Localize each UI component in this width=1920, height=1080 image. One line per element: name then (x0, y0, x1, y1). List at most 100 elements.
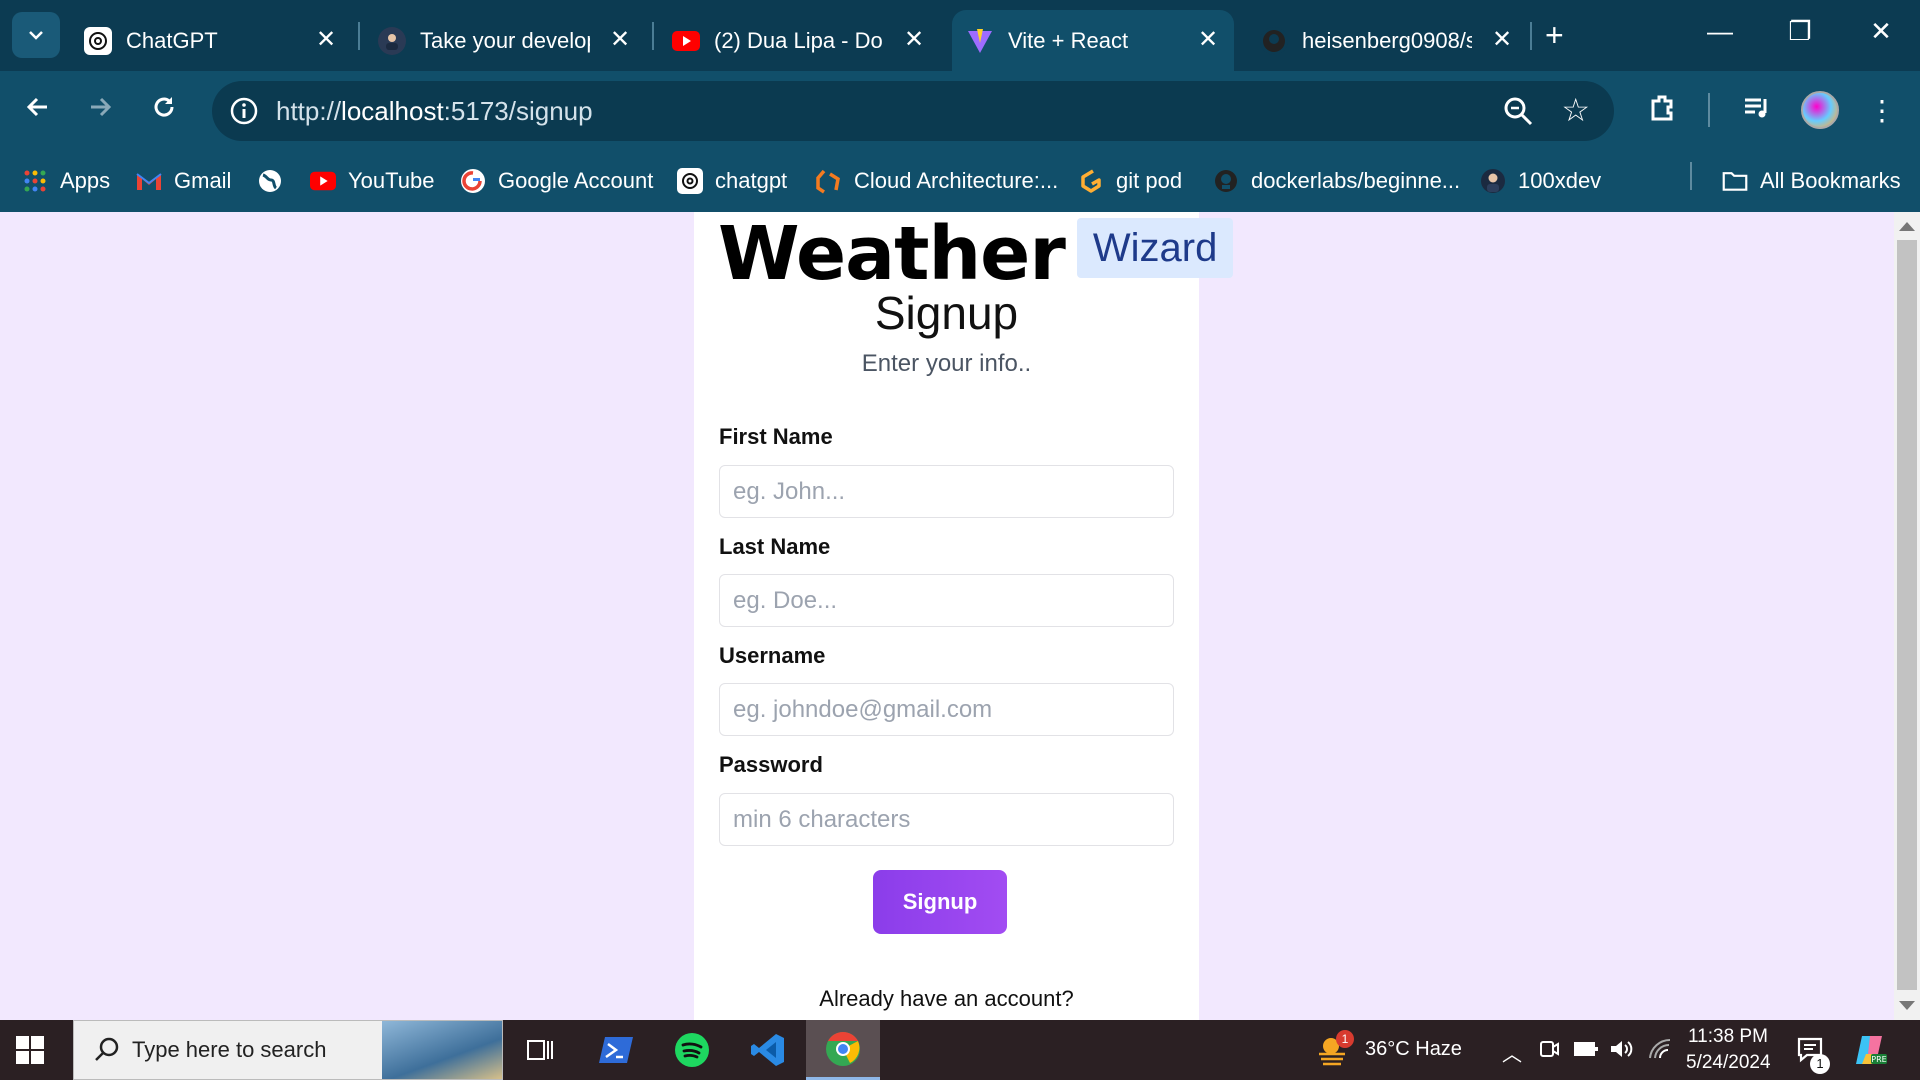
close-icon[interactable]: ✕ (314, 28, 338, 52)
first-name-label: First Name (719, 424, 833, 449)
youtube-icon (672, 27, 700, 55)
taskbar-search-box[interactable]: Type here to search (73, 1020, 503, 1080)
bookmark-gmail[interactable]: Gmail (136, 163, 231, 199)
all-bookmarks[interactable]: All Bookmarks (1722, 163, 1901, 199)
minimize-button[interactable]: — (1700, 16, 1740, 47)
cloud-arch-icon (816, 168, 842, 194)
github-icon (1260, 26, 1288, 55)
scrollbar-thumb[interactable] (1897, 240, 1917, 990)
tab-developer[interactable]: Take your develop ✕ (364, 10, 646, 71)
already-have-account-text: Already have an account? (819, 986, 1074, 1011)
profile-avatar[interactable] (1801, 91, 1839, 129)
chatgpt-icon (677, 168, 703, 194)
bookmark-gitpod[interactable]: git pod (1078, 163, 1182, 199)
powershell-icon[interactable] (582, 1020, 650, 1080)
address-bar[interactable]: http://localhost:5173/signup ☆ (212, 81, 1614, 141)
brand-wizard-badge: Wizard (1076, 218, 1234, 278)
bookmarks-divider (1690, 162, 1692, 190)
globe-icon (257, 168, 283, 194)
all-bookmarks-label: All Bookmarks (1760, 168, 1901, 193)
zoom-icon[interactable] (1502, 95, 1534, 127)
close-window-button[interactable]: ✕ (1861, 16, 1901, 47)
meet-now-icon[interactable] (1538, 1038, 1560, 1066)
close-icon[interactable]: ✕ (1196, 28, 1220, 52)
kebab-menu-icon[interactable]: ⋮ (1862, 91, 1902, 131)
arrow-left-icon (26, 97, 47, 117)
tab-title: Vite + React (1008, 27, 1129, 53)
gitpod-icon (1078, 168, 1104, 194)
chevron-down-icon (29, 31, 43, 40)
google-icon (460, 168, 486, 194)
bookmark-label: Google Account (498, 168, 654, 193)
spotify-icon[interactable] (658, 1020, 726, 1080)
extensions-icon[interactable] (1643, 91, 1683, 131)
tab-vite-react[interactable]: Vite + React ✕ (952, 10, 1234, 71)
url-scheme: http:// (276, 96, 342, 126)
scroll-down-arrow-icon[interactable] (1899, 1001, 1915, 1010)
page-viewport: Weather Wizard Signup Enter your info.. … (0, 212, 1894, 1020)
task-view-icon[interactable] (506, 1020, 574, 1080)
bookmark-100xdev[interactable]: 100xdev (1480, 163, 1601, 199)
tab-title: heisenberg0908/s (1302, 27, 1472, 53)
windows-taskbar: Type here to search 1 36°C Haze ︿ 11:38 … (0, 1020, 1920, 1080)
bookmark-globe[interactable] (257, 163, 295, 199)
weather-text[interactable]: 36°C Haze (1365, 1038, 1462, 1061)
person-avatar-icon (1480, 168, 1506, 194)
bookmark-label: Apps (60, 168, 111, 193)
weather-badge: 1 (1336, 1030, 1354, 1048)
reload-button[interactable] (142, 89, 186, 133)
notification-count-badge: 1 (1810, 1054, 1830, 1074)
bookmark-google-account[interactable]: Google Account (460, 163, 653, 199)
username-label: Username (719, 643, 826, 668)
bookmarks-bar: Apps Gmail YouTube Google Account chatgp… (0, 151, 1920, 212)
chevron-up-icon[interactable]: ︿ (1502, 1038, 1522, 1067)
wifi-icon[interactable] (1648, 1038, 1672, 1066)
search-highlight-image (382, 1021, 502, 1079)
bookmark-youtube[interactable]: YouTube (310, 163, 434, 199)
back-button[interactable] (16, 89, 60, 133)
signup-button[interactable]: Signup (873, 870, 1007, 934)
password-input[interactable] (719, 793, 1174, 846)
bookmark-dockerlabs[interactable]: dockerlabs/beginne... (1213, 163, 1460, 199)
url-host: localhost (341, 96, 444, 126)
chrome-icon[interactable] (806, 1020, 880, 1080)
bookmark-label: 100xdev (1518, 168, 1602, 193)
battery-icon[interactable] (1573, 1038, 1599, 1066)
clock-time[interactable]: 11:38 PM (1688, 1026, 1768, 1048)
media-controls-icon[interactable] (1737, 91, 1777, 131)
vscode-icon[interactable] (734, 1020, 802, 1080)
tab-search-button[interactable] (12, 12, 60, 58)
windows-start-icon[interactable] (16, 1036, 44, 1064)
tab-youtube[interactable]: (2) Dua Lipa - Don ✕ (658, 10, 940, 71)
bookmark-chatgpt[interactable]: chatgpt (677, 163, 787, 199)
close-icon[interactable]: ✕ (902, 28, 926, 52)
vertical-scrollbar[interactable] (1894, 212, 1920, 1020)
tab-divider (652, 22, 654, 50)
apps-grid-icon (22, 168, 48, 194)
page-subtitle: Enter your info.. (861, 350, 1032, 377)
scroll-up-arrow-icon[interactable] (1899, 222, 1915, 231)
volume-icon[interactable] (1609, 1038, 1635, 1066)
close-icon[interactable]: ✕ (1490, 28, 1514, 52)
first-name-input[interactable] (719, 465, 1174, 518)
page-title: Signup (874, 287, 1019, 339)
bookmark-label: git pod (1116, 168, 1183, 193)
browser-chrome: ChatGPT ✕ Take your develop ✕ (2) Dua Li… (0, 0, 1920, 212)
restore-button[interactable]: ❐ (1780, 16, 1820, 47)
bookmark-apps[interactable]: Apps (22, 163, 110, 199)
tab-chatgpt[interactable]: ChatGPT ✕ (70, 10, 352, 71)
bookmark-cloud-architecture[interactable]: Cloud Architecture:... (816, 163, 1058, 199)
chatgpt-icon (84, 26, 112, 55)
username-input[interactable] (719, 683, 1174, 736)
forward-button[interactable] (78, 89, 122, 133)
tab-title: (2) Dua Lipa - Don (714, 27, 884, 53)
tab-strip: ChatGPT ✕ Take your develop ✕ (2) Dua Li… (0, 0, 1920, 71)
tab-github[interactable]: heisenberg0908/s ✕ (1246, 10, 1528, 71)
site-info-icon[interactable] (226, 93, 262, 129)
bookmark-star-icon[interactable]: ☆ (1561, 91, 1590, 129)
clock-date[interactable]: 5/24/2024 (1686, 1052, 1771, 1074)
copilot-icon[interactable]: PRE (1852, 1032, 1888, 1074)
new-tab-button[interactable]: + (1545, 18, 1564, 52)
last-name-input[interactable] (719, 574, 1174, 627)
close-icon[interactable]: ✕ (608, 28, 632, 52)
